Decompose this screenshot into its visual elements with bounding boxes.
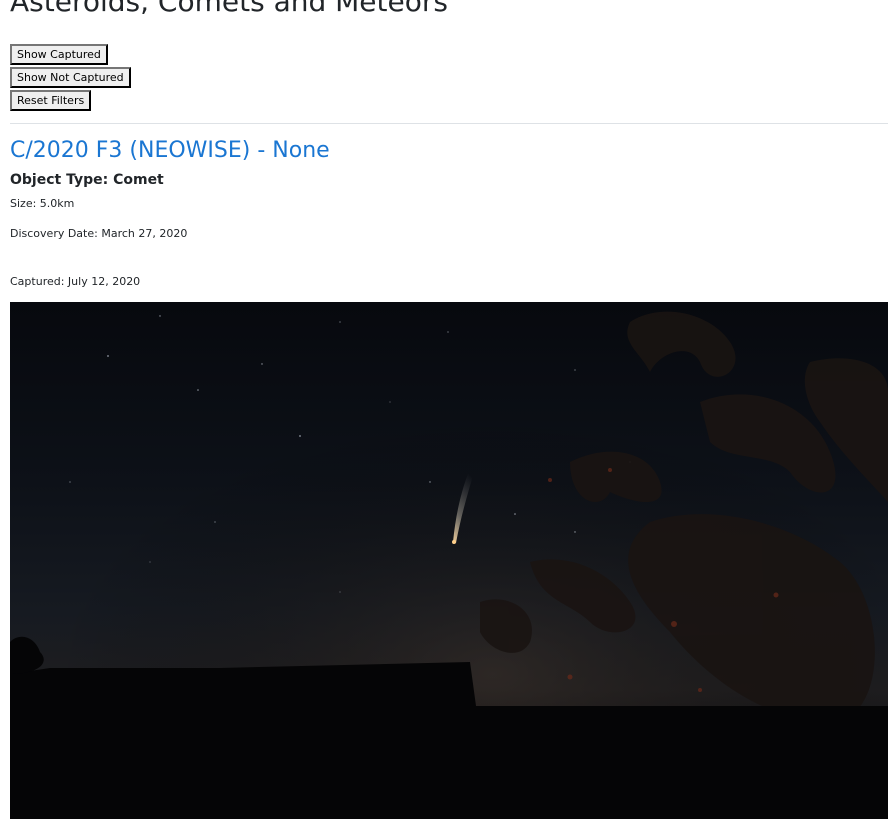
object-size: Size: 5.0km: [10, 197, 75, 210]
show-captured-button[interactable]: Show Captured: [10, 44, 108, 65]
section-divider: [10, 123, 888, 124]
reset-filters-button[interactable]: Reset Filters: [10, 90, 92, 111]
discovery-date: Discovery Date: March 27, 2020: [10, 227, 188, 240]
object-title-link[interactable]: C/2020 F3 (NEOWISE) - None: [10, 136, 330, 166]
page-title: Asteroids, Comets and Meteors: [10, 0, 448, 18]
comet-photo: [10, 302, 888, 819]
filter-button-group: Show Captured Show Not Captured Reset Fi…: [10, 44, 210, 113]
comet-photo-image: [10, 302, 888, 819]
captured-date: Captured: July 12, 2020: [10, 275, 141, 288]
show-not-captured-button[interactable]: Show Not Captured: [10, 67, 131, 88]
object-type: Object Type: Comet: [10, 172, 164, 188]
page: Asteroids, Comets and Meteors Show Captu…: [0, 0, 888, 819]
